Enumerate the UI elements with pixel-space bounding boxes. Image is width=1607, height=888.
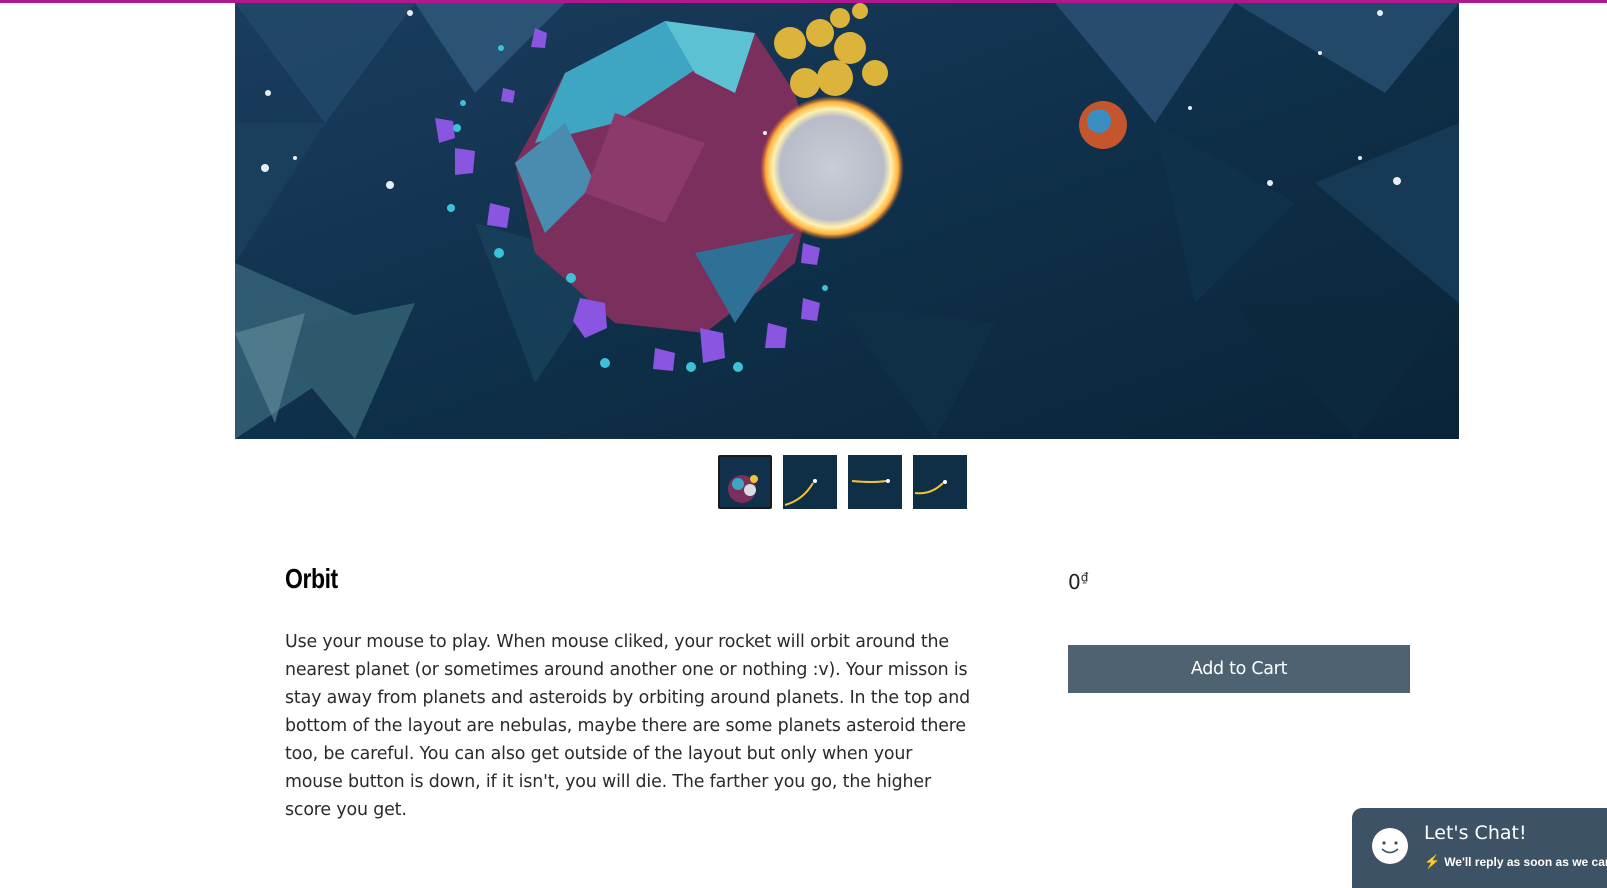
product-main-image[interactable]	[235, 3, 1459, 439]
gallery-thumb-2[interactable]	[783, 455, 837, 509]
product-title: Orbit	[285, 563, 338, 594]
chat-title: Let's Chat!	[1424, 822, 1527, 844]
smiley-face-icon	[1372, 828, 1408, 864]
product-description: Use your mouse to play. When mouse clike…	[285, 632, 970, 820]
price-currency: ₫	[1080, 570, 1089, 585]
gallery-thumb-3[interactable]	[848, 455, 902, 509]
gallery-thumb-1[interactable]	[718, 455, 772, 509]
chat-subtitle: ⚡ We'll reply as soon as we can	[1424, 854, 1607, 870]
gallery-thumb-4[interactable]	[913, 455, 967, 509]
chat-widget[interactable]: Let's Chat! ⚡ We'll reply as soon as we c…	[1352, 808, 1607, 888]
lightning-bolt-icon: ⚡	[1424, 854, 1441, 869]
add-to-cart-button[interactable]: Add to Cart	[1068, 645, 1410, 693]
price-amount: 0	[1068, 570, 1081, 594]
product-price: 0₫	[1068, 570, 1088, 594]
chat-subtitle-text: We'll reply as soon as we can	[1444, 855, 1607, 869]
